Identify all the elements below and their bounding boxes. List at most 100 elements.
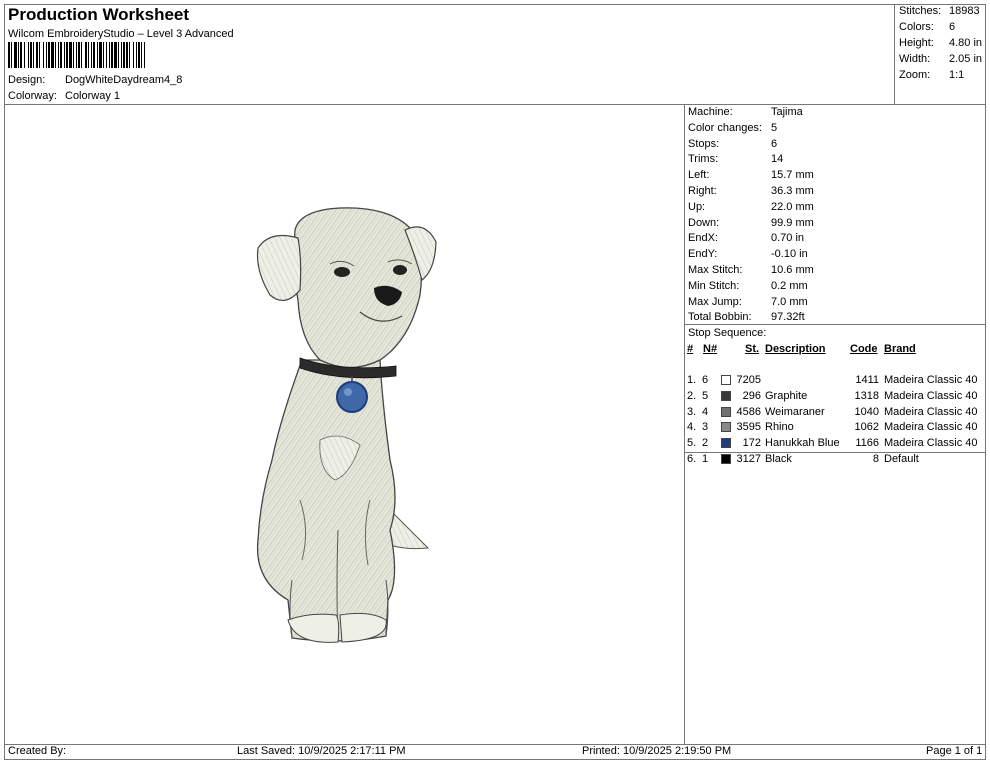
machine-info-row: Trims: 14 bbox=[688, 153, 783, 166]
stop-row-description: Weimaraner bbox=[765, 405, 825, 418]
page-frame bbox=[4, 4, 986, 760]
machine-info-label: Machine: bbox=[688, 106, 733, 118]
machine-info-row: Max Stitch: 10.6 mm bbox=[688, 264, 814, 276]
page-title: Production Worksheet bbox=[8, 5, 190, 24]
stop-row-brand: Madeira Classic 40 bbox=[884, 421, 978, 434]
color-swatch bbox=[721, 422, 731, 433]
design-label: Design: bbox=[8, 74, 46, 86]
stop-row-description: Black bbox=[765, 453, 792, 465]
machine-info-value: 97.32ft bbox=[771, 311, 805, 324]
machine-info-label: Up: bbox=[688, 200, 706, 213]
machine-info-row: EndY: -0.10 in bbox=[688, 248, 808, 261]
stop-row-number: 2. bbox=[687, 389, 697, 402]
footer-printed: Printed: 10/9/2025 2:19:50 PM bbox=[582, 745, 732, 757]
footer-page: Page 1 of 1 bbox=[926, 745, 983, 757]
stop-row-needle: 1 bbox=[702, 453, 709, 465]
machine-info-row: Up: 22.0 mm bbox=[688, 200, 814, 213]
machine-info-value: Tajima bbox=[771, 106, 803, 118]
stop-row-brand: Madeira Classic 40 bbox=[884, 405, 978, 418]
stop-row-code: 1040 bbox=[854, 405, 879, 418]
machine-info-label: Stops: bbox=[688, 137, 720, 150]
software-name: Wilcom EmbroideryStudio – Level 3 Advanc… bbox=[8, 28, 234, 40]
machine-info-label: Max Jump: bbox=[688, 295, 742, 308]
stop-row-brand: Madeira Classic 40 bbox=[884, 374, 978, 386]
col-needle: N# bbox=[703, 343, 718, 355]
header-divider bbox=[4, 104, 986, 105]
color-swatch bbox=[721, 454, 731, 464]
color-swatch bbox=[721, 375, 731, 385]
stop-row-needle: 3 bbox=[702, 421, 709, 434]
col-code: Code bbox=[850, 343, 878, 355]
machine-info-value: 10.6 mm bbox=[771, 264, 814, 276]
machine-info-value: 6 bbox=[771, 137, 778, 150]
machine-info-label: Right: bbox=[688, 185, 717, 197]
embroidered-dog-image bbox=[256, 207, 437, 643]
machine-info-label: Color changes: bbox=[688, 121, 762, 134]
machine-info-value: 36.3 mm bbox=[771, 185, 814, 197]
machine-info-row: Machine: Tajima bbox=[688, 106, 803, 118]
stop-row-number: 6. bbox=[687, 453, 697, 465]
machine-info-label: EndX: bbox=[688, 232, 718, 245]
stop-row-code: 1166 bbox=[855, 437, 879, 450]
stop-row-stitches: 3595 bbox=[736, 421, 761, 434]
col-num: # bbox=[687, 343, 694, 355]
machine-info-value: 0.70 in bbox=[771, 232, 805, 245]
barcode bbox=[8, 42, 270, 68]
barcode-bar bbox=[145, 42, 148, 68]
stop-row-brand: Madeira Classic 40 bbox=[884, 437, 978, 450]
stat-stitches: Stitches: 18983 bbox=[899, 5, 980, 17]
machine-info-row: Right: 36.3 mm bbox=[688, 185, 814, 197]
machine-info-row: Total Bobbin: 97.32ft bbox=[688, 311, 805, 323]
machine-info-row: Left: 15.7 mm bbox=[688, 169, 814, 181]
machine-info-value: 7.0 mm bbox=[771, 295, 808, 308]
stop-sequence-title: Stop Sequence: bbox=[688, 327, 767, 339]
stop-row-needle: 2 bbox=[702, 437, 709, 450]
stop-row-number: 1. bbox=[687, 374, 697, 386]
machine-info-row: Color changes: 5 bbox=[688, 121, 777, 134]
machine-info-value: 22.0 mm bbox=[771, 200, 814, 213]
machine-info-label: Down: bbox=[688, 216, 720, 229]
machine-info-label: EndY: bbox=[688, 248, 718, 261]
footer-created-by: Created By: bbox=[8, 745, 67, 757]
stop-row-needle: 5 bbox=[702, 389, 709, 402]
machine-info-value: 5 bbox=[771, 121, 778, 134]
panel-divider bbox=[684, 104, 685, 744]
machine-info-row: Max Jump: 7.0 mm bbox=[688, 295, 808, 308]
stop-row-number: 3. bbox=[687, 405, 697, 418]
design-value: DogWhiteDaydream4_8 bbox=[65, 74, 183, 86]
machine-divider bbox=[684, 324, 986, 325]
stop-row-code: 1062 bbox=[854, 421, 879, 434]
machine-info-label: Trims: bbox=[688, 153, 719, 166]
stop-row-code: 1318 bbox=[854, 389, 879, 402]
stop-row-stitches: 296 bbox=[742, 389, 761, 402]
stat-width: Width: 2.05 in bbox=[899, 53, 983, 65]
machine-info-row: EndX: 0.70 in bbox=[688, 232, 804, 245]
machine-info-row: Down: 99.9 mm bbox=[688, 216, 814, 229]
stop-row-stitches: 172 bbox=[742, 437, 761, 450]
machine-info-label: Min Stitch: bbox=[688, 279, 740, 292]
stop-row-description: Rhino bbox=[765, 421, 794, 434]
stop-row-description: Hanukkah Blue bbox=[765, 437, 840, 450]
stop-row-stitches: 7205 bbox=[736, 374, 761, 386]
machine-info-value: 14 bbox=[771, 153, 784, 166]
col-stitches: St. bbox=[745, 343, 760, 355]
stop-row-stitches: 4586 bbox=[736, 405, 761, 418]
color-swatch bbox=[721, 390, 731, 401]
machine-info-row: Min Stitch: 0.2 mm bbox=[688, 279, 808, 292]
stop-row-needle: 6 bbox=[702, 374, 709, 386]
machine-info-value: 15.7 mm bbox=[771, 169, 814, 182]
stat-zoom: Zoom: 1:1 bbox=[899, 69, 965, 81]
colorway-value: Colorway 1 bbox=[65, 90, 121, 102]
machine-info-value: 0.2 mm bbox=[771, 279, 808, 292]
stop-row-code: 1411 bbox=[855, 374, 879, 386]
stop-row-stitches: 3127 bbox=[736, 453, 761, 465]
colorway-label: Colorway: bbox=[8, 90, 57, 102]
stat-height: Height: 4.80 in bbox=[899, 37, 983, 49]
stop-seq-divider bbox=[684, 452, 986, 453]
stop-row-code: 8 bbox=[872, 453, 879, 465]
machine-info-row: Stops: 6 bbox=[688, 137, 777, 150]
col-description: Description bbox=[765, 343, 826, 355]
machine-info-label: Max Stitch: bbox=[688, 264, 743, 276]
stop-row-number: 4. bbox=[687, 421, 697, 434]
footer-last-saved: Last Saved: 10/9/2025 2:17:11 PM bbox=[237, 745, 406, 757]
